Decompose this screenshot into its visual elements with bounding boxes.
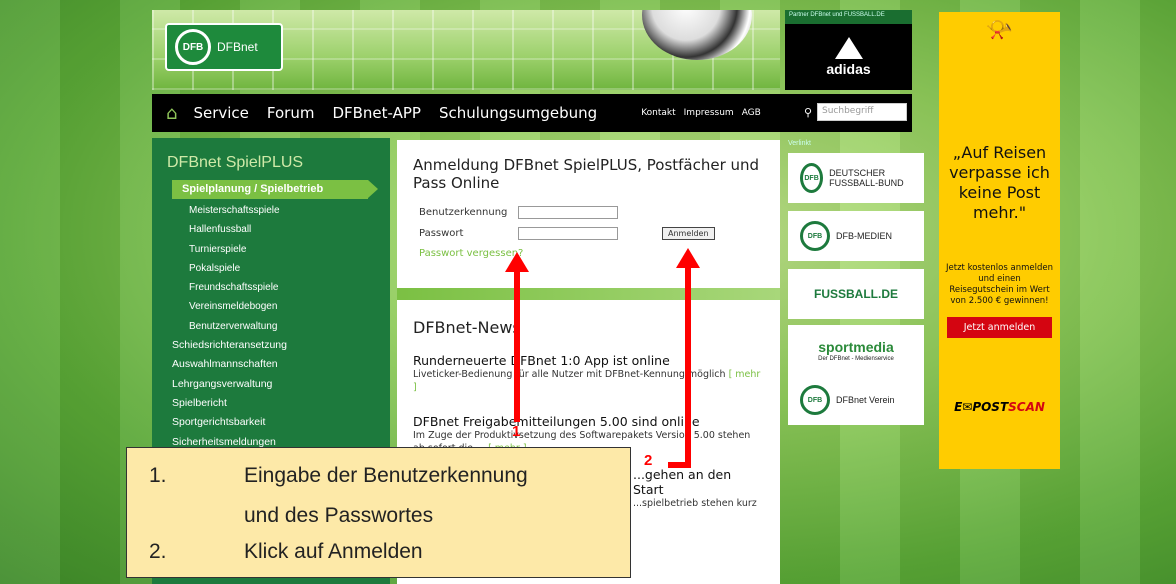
sidebar-title: DFBnet SpielPLUS <box>167 154 304 171</box>
arrow-2-shaft <box>685 268 691 468</box>
nav-schulungsumgebung[interactable]: Schulungsumgebung <box>439 104 597 122</box>
nav-dfbnet-app[interactable]: DFBnet-APP <box>332 104 421 122</box>
divider <box>397 288 780 300</box>
main-nav: ⌂ Service Forum DFBnet-APP Schulungsumge… <box>152 94 912 132</box>
sidebar-item[interactable]: Benutzerverwaltung <box>152 317 390 336</box>
arrow-1-shaft <box>514 272 520 422</box>
sidebar-item[interactable]: Lehrgangsverwaltung <box>152 375 390 394</box>
dfb-emblem-icon: DFB <box>800 385 830 415</box>
nav-agb[interactable]: AGB <box>742 108 761 118</box>
arrow-1-head <box>505 252 529 272</box>
sidebar-item[interactable]: Auswahlmannschaften <box>152 355 390 374</box>
nav-impressum[interactable]: Impressum <box>684 108 734 118</box>
ad-quote: „Auf Reisen verpasse ich keine Post mehr… <box>949 143 1050 222</box>
news-title[interactable]: DFBnet Freigabemitteilungen 5.00 sind on… <box>413 414 764 429</box>
username-label: Benutzerkennung <box>419 207 508 218</box>
news-heading: DFBnet-News <box>413 318 521 337</box>
partner-brand: adidas <box>826 61 871 77</box>
sidebar-item[interactable]: Turnierspiele <box>152 240 390 259</box>
dfb-emblem-icon: DFB <box>175 29 211 65</box>
link-label: DFBnet Verein <box>836 395 895 405</box>
forgot-password-link[interactable]: Passwort vergessen? <box>413 248 764 259</box>
sidebar-item[interactable]: Schiedsrichteransetzung <box>152 336 390 355</box>
password-input[interactable] <box>518 227 618 240</box>
login-box: Anmeldung DFBnet SpielPLUS, Postfächer u… <box>397 140 780 288</box>
dfb-emblem-icon: DFB <box>800 163 824 193</box>
home-icon[interactable]: ⌂ <box>166 103 177 124</box>
link-dfb[interactable]: DFB DEUTSCHER FUSSBALL-BUND <box>788 153 924 203</box>
step-text: Eingabe der Benutzerkennung <box>244 464 528 487</box>
link-dfb-medien[interactable]: DFB DFB-MEDIEN <box>788 211 924 261</box>
ad-brand-suffix: SCAN <box>1008 400 1045 414</box>
search-icon: ⚲ <box>804 106 813 119</box>
link-sublabel: Der DFBnet - Medienservice <box>818 355 894 362</box>
arrow-2-number: 2 <box>644 452 653 469</box>
arrow-1-number: 1 <box>512 423 521 440</box>
adidas-logo: adidas <box>785 24 912 90</box>
dfb-emblem-icon: DFB <box>800 221 830 251</box>
sidebar-item[interactable]: Vereinsmeldebogen <box>152 297 390 316</box>
link-sportmedia[interactable]: sportmedia Der DFBnet - Medienservice <box>788 325 924 375</box>
logo-text: DFBnet <box>217 40 258 54</box>
advertisement[interactable]: 📯 „Auf Reisen verpasse ich keine Post me… <box>939 12 1060 469</box>
arrow-2-head <box>676 248 700 268</box>
ad-brand-prefix: E✉POST <box>954 400 1009 414</box>
instruction-callout: 1. Eingabe der Benutzerkennung und des Pa… <box>126 447 631 578</box>
nav-kontakt[interactable]: Kontakt <box>641 108 675 118</box>
sidebar-item[interactable]: Freundschaftsspiele <box>152 278 390 297</box>
sidebar-item[interactable]: Hallenfussball <box>152 220 390 239</box>
sidebar-item[interactable]: Meisterschaftsspiele <box>152 201 390 220</box>
sidebar-item[interactable]: Pokalspiele <box>152 259 390 278</box>
step-text-cont: und des Passwortes <box>244 504 434 527</box>
link-label: DFB-MEDIEN <box>836 231 892 241</box>
partner-box[interactable]: Partner DFBnet und FUSSBALL.DE adidas <box>785 10 912 90</box>
news-text: Liveticker-Bedienung für alle Nutzer mit… <box>413 369 726 380</box>
login-title: Anmeldung DFBnet SpielPLUS, Postfächer u… <box>413 156 760 192</box>
sidebar-item-spielplanung[interactable]: Spielplanung / Spielbetrieb <box>172 180 378 199</box>
link-fussball-de[interactable]: FUSSBALL.DE <box>788 269 924 319</box>
sidebar-item[interactable]: Sportgerichtsbarkeit <box>152 413 390 432</box>
step-text: Klick auf Anmelden <box>244 540 423 563</box>
link-label: DEUTSCHER FUSSBALL-BUND <box>829 168 904 188</box>
post-horn-icon: 📯 <box>985 18 1014 43</box>
arrow-2-foot <box>668 462 690 468</box>
sidebar-item[interactable]: Spielbericht <box>152 394 390 413</box>
link-label: FUSSBALL.DE <box>814 287 898 301</box>
ad-text: Jetzt kostenlos anmelden und einen Reise… <box>946 263 1053 306</box>
link-dfbnet-verein[interactable]: DFB DFBnet Verein <box>788 375 924 425</box>
link-label: sportmedia <box>818 338 894 355</box>
login-button[interactable]: Anmelden <box>662 227 715 240</box>
nav-service[interactable]: Service <box>193 104 248 122</box>
step-number: 2. <box>149 540 167 563</box>
password-label: Passwort <box>419 228 464 239</box>
username-input[interactable] <box>518 206 618 219</box>
verlinkt-label: Verlinkt <box>788 140 811 147</box>
step-number: 1. <box>149 464 167 487</box>
ad-brand: E✉POSTSCAN <box>939 400 1060 414</box>
adidas-icon <box>834 37 863 59</box>
nav-forum[interactable]: Forum <box>267 104 315 122</box>
search-input[interactable]: Suchbegriff ⚲ <box>804 103 907 121</box>
news-title[interactable]: Runderneuerte DFBnet 1:0 App ist online <box>413 353 764 368</box>
dfbnet-logo[interactable]: DFB DFBnet <box>165 23 283 71</box>
partner-label: Partner DFBnet und FUSSBALL.DE <box>785 10 912 24</box>
ad-cta-button[interactable]: Jetzt anmelden <box>947 317 1052 338</box>
